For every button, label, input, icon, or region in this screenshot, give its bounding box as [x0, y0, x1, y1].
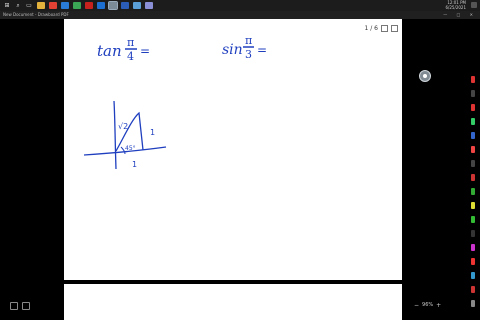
eraser-icon[interactable]: [471, 300, 475, 307]
minimize-button[interactable]: —: [443, 12, 451, 17]
task-view-icon[interactable]: ▭: [25, 2, 33, 10]
pen-toolbar: [468, 24, 478, 307]
photos-icon[interactable]: [133, 2, 141, 9]
search-icon[interactable]: ⌕: [14, 2, 22, 10]
pen-tool-icon[interactable]: [471, 160, 475, 167]
expr1-func: tan: [97, 42, 122, 60]
pdf-page-1[interactable]: 1 / 6 tan π 4 = sin π 3 = √2 1 45° 1: [64, 19, 402, 280]
zoom-level[interactable]: 96%: [422, 302, 433, 308]
notification-icon[interactable]: [471, 2, 477, 8]
taskbar: ⊞ ⌕ ▭ 12:01 PM 6/25/2021: [0, 0, 480, 11]
pen-tool-icon[interactable]: [471, 286, 475, 293]
angle-label: 45°: [125, 145, 136, 152]
window-title: New Document - Drawboard PDF: [3, 12, 69, 17]
pen-tool-icon[interactable]: [471, 132, 475, 139]
expr2-func: sin: [222, 42, 243, 58]
window-controls: — □ ✕: [443, 11, 477, 19]
zoom-out-button[interactable]: −: [414, 302, 419, 309]
clock-date: 6/25/2021: [445, 5, 466, 10]
pen-tool-icon[interactable]: [471, 118, 475, 125]
expr2-equals: =: [257, 43, 267, 57]
pen-tool-icon[interactable]: [471, 104, 475, 111]
windows-start-icon[interactable]: ⊞: [3, 2, 11, 10]
expr2-denominator: 3: [245, 48, 252, 61]
expr1-denominator: 4: [127, 50, 134, 63]
word-icon[interactable]: [121, 2, 129, 9]
expr2-numerator: π: [245, 34, 252, 47]
drawboard-radial-menu-button[interactable]: [419, 70, 431, 82]
chrome-icon[interactable]: [49, 2, 57, 9]
expr1-equals: =: [140, 44, 150, 58]
pen-tool-icon[interactable]: [471, 216, 475, 223]
pen-tool-icon[interactable]: [471, 188, 475, 195]
base-label: 1: [132, 160, 137, 169]
window-titlebar: New Document - Drawboard PDF — □ ✕: [0, 11, 480, 19]
taskbar-apps: [33, 1, 153, 10]
side-label: 1: [150, 128, 155, 137]
file-explorer-icon[interactable]: [37, 2, 45, 9]
pen-tool-icon[interactable]: [471, 90, 475, 97]
pdf-page-2[interactable]: [64, 284, 402, 320]
y-axis-stroke: [113, 100, 117, 170]
drawboard-icon[interactable]: [108, 1, 118, 10]
teams-icon[interactable]: [145, 2, 153, 9]
layout-icon[interactable]: [10, 302, 18, 310]
outlook-icon[interactable]: [97, 2, 105, 9]
highlighter-icon[interactable]: [471, 202, 475, 209]
pen-tool-icon[interactable]: [471, 272, 475, 279]
system-tray-clock[interactable]: 12:01 PM 6/25/2021: [426, 0, 466, 11]
pen-tool-icon[interactable]: [471, 230, 475, 237]
pen-tool-icon[interactable]: [471, 146, 475, 153]
zoom-controls: − 96% +: [414, 301, 441, 309]
maximize-button[interactable]: □: [457, 12, 465, 17]
bottom-left-controls: [10, 302, 30, 310]
fit-page-icon[interactable]: [22, 302, 30, 310]
hypotenuse-label: √2: [118, 122, 128, 131]
edge-icon[interactable]: [61, 2, 69, 9]
pen-tool-icon[interactable]: [471, 76, 475, 83]
acrobat-icon[interactable]: [85, 2, 93, 9]
pen-tool-icon[interactable]: [471, 174, 475, 181]
camtasia-icon[interactable]: [73, 2, 81, 9]
handwriting-canvas: tan π 4 = sin π 3 = √2 1 45° 1: [83, 34, 267, 170]
close-button[interactable]: ✕: [470, 12, 477, 17]
pen-tool-icon[interactable]: [471, 244, 475, 251]
expr1-numerator: π: [127, 36, 134, 49]
zoom-in-button[interactable]: +: [436, 302, 441, 309]
pen-tool-icon[interactable]: [471, 258, 475, 265]
